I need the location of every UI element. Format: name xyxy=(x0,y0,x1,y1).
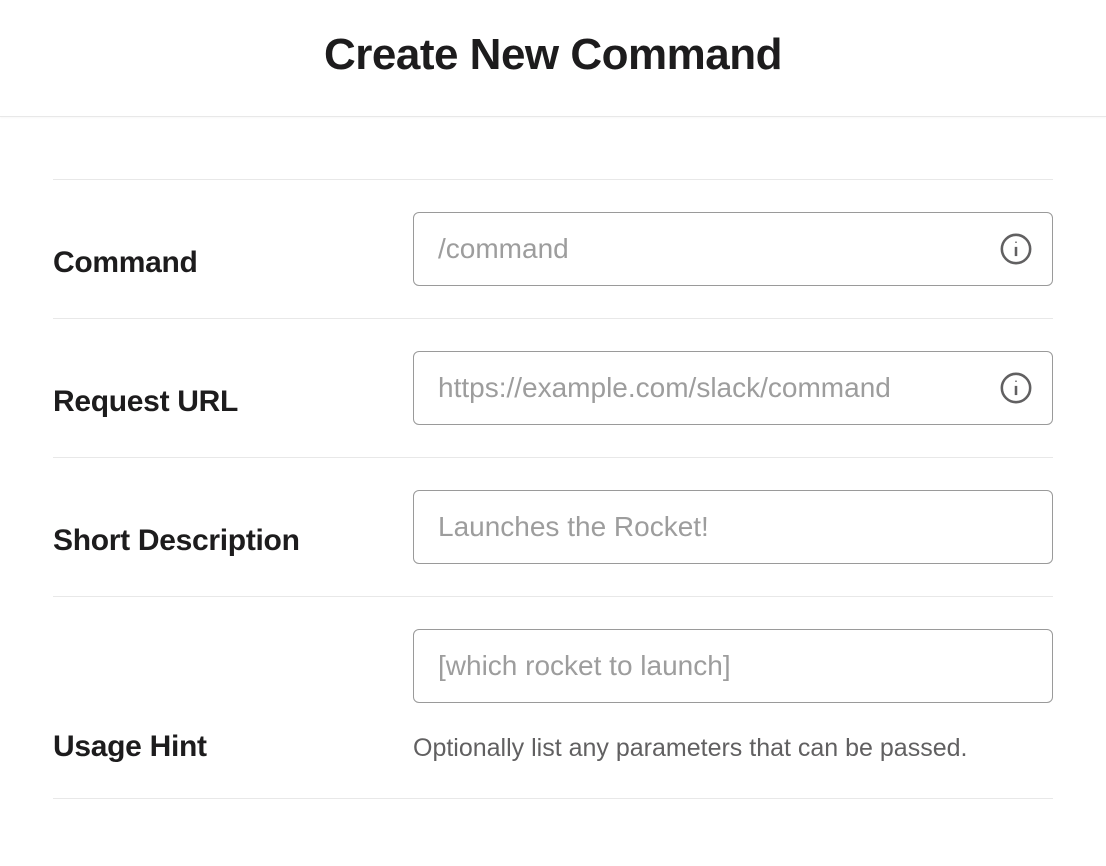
label-wrap-request-url: Request URL xyxy=(53,351,413,425)
form-row-short-description: Short Description xyxy=(53,458,1053,597)
control-wrap-command xyxy=(413,212,1053,286)
usage-hint-input[interactable] xyxy=(413,629,1053,703)
control-wrap-usage-hint: Optionally list any parameters that can … xyxy=(413,629,1053,766)
command-input[interactable] xyxy=(413,212,1053,286)
label-command: Command xyxy=(53,246,198,280)
label-short-description: Short Description xyxy=(53,524,300,558)
page-title: Create New Command xyxy=(0,30,1106,80)
control-wrap-short-description xyxy=(413,490,1053,564)
info-icon[interactable] xyxy=(999,371,1033,405)
short-description-input[interactable] xyxy=(413,490,1053,564)
form-container: Command Request URL xyxy=(53,179,1053,799)
form-row-request-url: Request URL xyxy=(53,319,1053,458)
page-header: Create New Command xyxy=(0,0,1106,117)
form-row-command: Command xyxy=(53,180,1053,319)
info-icon[interactable] xyxy=(999,232,1033,266)
request-url-input[interactable] xyxy=(413,351,1053,425)
form-row-usage-hint: Usage Hint Optionally list any parameter… xyxy=(53,597,1053,799)
usage-hint-helper: Optionally list any parameters that can … xyxy=(413,731,1053,766)
label-usage-hint: Usage Hint xyxy=(53,730,207,764)
label-wrap-short-description: Short Description xyxy=(53,490,413,564)
control-wrap-request-url xyxy=(413,351,1053,425)
label-request-url: Request URL xyxy=(53,385,238,419)
label-wrap-usage-hint: Usage Hint xyxy=(53,629,413,766)
label-wrap-command: Command xyxy=(53,212,413,286)
